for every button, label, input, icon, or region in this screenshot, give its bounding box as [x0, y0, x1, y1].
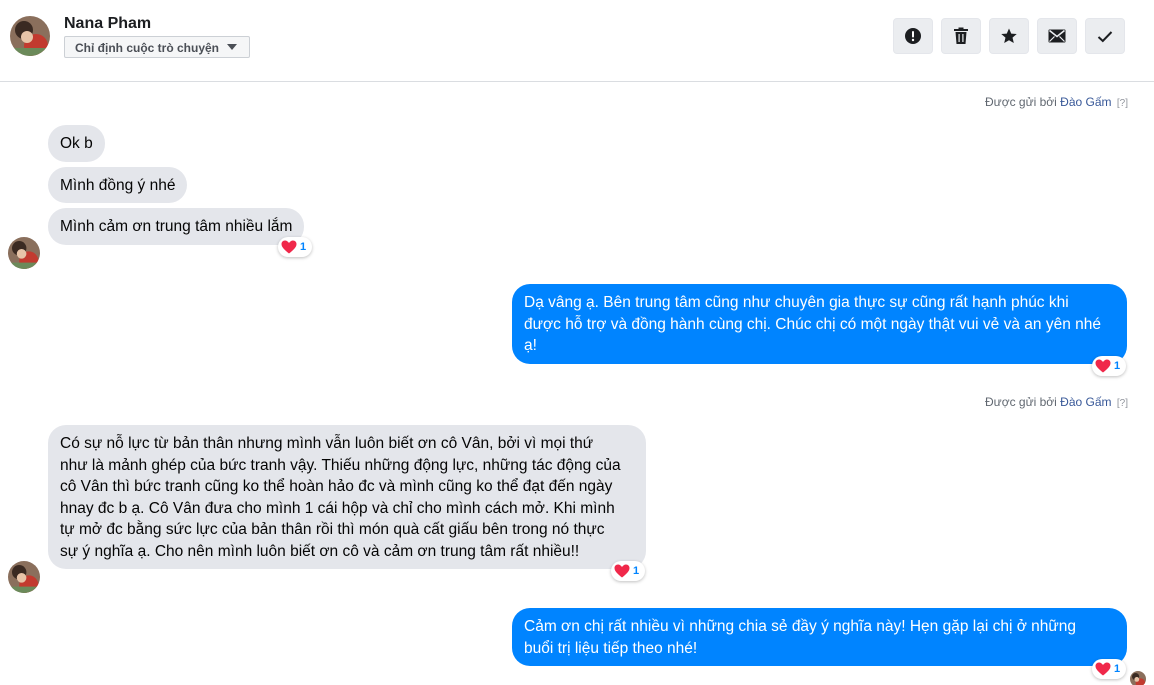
contact-avatar[interactable] — [8, 561, 40, 593]
mark-spam-button[interactable] — [893, 18, 933, 54]
message-bubble-outgoing[interactable]: Cảm ơn chị rất nhiều vì những chia sẻ đầ… — [512, 608, 1127, 666]
check-icon — [1097, 30, 1113, 42]
assign-conversation-dropdown[interactable]: Chỉ định cuộc trò chuyện — [64, 36, 250, 58]
heart-icon — [281, 240, 297, 254]
contact-avatar[interactable] — [8, 237, 40, 269]
message-text: Mình đồng ý nhé — [60, 177, 176, 194]
mark-done-button[interactable] — [1085, 18, 1125, 54]
contact-name[interactable]: Nana Pham — [64, 15, 151, 33]
contact-avatar[interactable] — [10, 16, 50, 56]
exclamation-circle-icon — [905, 28, 921, 44]
seen-by-avatar — [1130, 671, 1146, 685]
reaction-count: 1 — [633, 565, 640, 577]
message-text-line: Cảm ơn chị rất nhiều vì những chia sẻ đầ… — [524, 618, 1077, 635]
message-bubble-incoming[interactable]: Có sự nỗ lực từ bản thân nhưng mình vẫn … — [48, 425, 646, 569]
conversation-header: Nana Pham Chỉ định cuộc trò chuyện — [0, 0, 1154, 82]
trash-icon — [954, 27, 968, 44]
assign-conversation-label: Chỉ định cuộc trò chuyện — [75, 41, 220, 55]
sent-by-help-link[interactable]: [?] — [1117, 398, 1128, 409]
message-reaction[interactable]: 1 — [1092, 659, 1127, 679]
message-text-line: sự ý nghĩa ạ. Cho nên mình luôn biết ơn … — [60, 542, 580, 560]
delete-button[interactable] — [941, 18, 981, 54]
heart-icon — [614, 564, 630, 578]
caret-down-icon — [227, 44, 237, 50]
message-bubble-incoming[interactable]: Mình đồng ý nhé — [48, 167, 188, 203]
star-icon — [1001, 28, 1017, 44]
message-text-line: hnay đc b ạ. Cô Vân đưa cho mình 1 cái h… — [60, 499, 615, 517]
message-bubble-outgoing[interactable]: Dạ vâng ạ. Bên trung tâm cũng như chuyên… — [512, 284, 1127, 364]
message-text: Ok b — [60, 135, 93, 152]
mark-unread-button[interactable] — [1037, 18, 1077, 54]
heart-icon — [1095, 662, 1111, 676]
message-bubble-incoming[interactable]: Mình cảm ơn trung tâm nhiều lắm — [48, 208, 305, 245]
envelope-icon — [1048, 29, 1066, 43]
message-text-line: như là mảnh ghép của bức tranh vậy. Thiế… — [60, 456, 621, 474]
sent-by-agent-link[interactable]: Đào Gấm — [1060, 395, 1111, 409]
sent-by-prefix: Được gửi bởi — [985, 95, 1057, 109]
message-text-line: tự mở đc bằng sức lực của bản thân rồi t… — [60, 521, 605, 538]
message-text-line: Dạ vâng ạ. Bên trung tâm cũng như chuyên… — [524, 294, 1069, 311]
reaction-count: 1 — [300, 241, 307, 253]
sent-by-label: Được gửi bởi Đào Gấm [?] — [985, 95, 1128, 109]
message-text-line: được hỗ trợ và đồng hành cùng chị. Chúc … — [524, 315, 1101, 333]
message-text-line: ạ! — [524, 337, 537, 354]
heart-icon — [1095, 359, 1111, 373]
message-text-line: Có sự nỗ lực từ bản thân nhưng mình vẫn … — [60, 435, 594, 452]
sent-by-label: Được gửi bởi Đào Gấm [?] — [985, 395, 1128, 409]
message-bubble-incoming[interactable]: Ok b — [48, 125, 105, 162]
reaction-count: 1 — [1114, 360, 1121, 372]
message-text-line: buổi trị liệu tiếp theo nhé! — [524, 639, 698, 657]
sent-by-help-link[interactable]: [?] — [1117, 98, 1128, 109]
message-text-line: cô Vân thì bức tranh cũng ko thể hoàn hả… — [60, 478, 613, 495]
message-text: Mình cảm ơn trung tâm nhiều lắm — [60, 218, 293, 235]
star-button[interactable] — [989, 18, 1029, 54]
sent-by-agent-link[interactable]: Đào Gấm — [1060, 95, 1111, 109]
message-reaction[interactable]: 1 — [278, 237, 313, 257]
sent-by-prefix: Được gửi bởi — [985, 395, 1057, 409]
message-reaction[interactable]: 1 — [611, 561, 646, 581]
message-reaction[interactable]: 1 — [1092, 356, 1127, 376]
reaction-count: 1 — [1114, 663, 1121, 675]
